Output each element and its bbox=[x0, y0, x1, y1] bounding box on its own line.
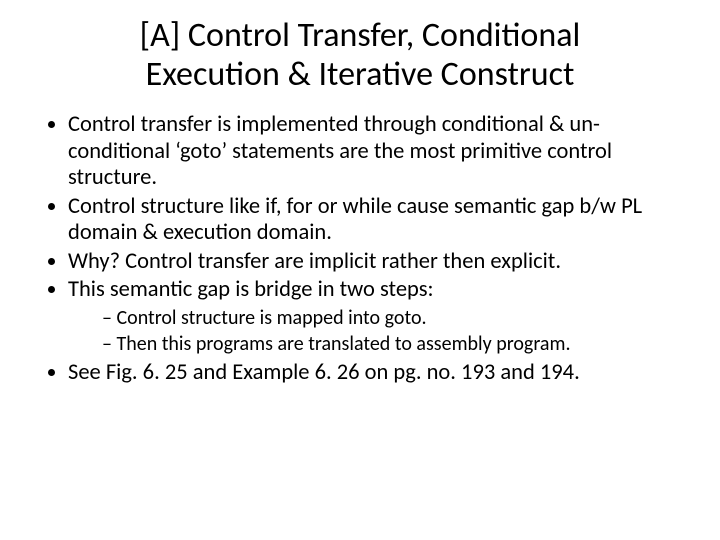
slide-title: [A] Control Transfer, Conditional Execut… bbox=[70, 16, 650, 94]
bullet-item: This semantic gap is bridge in two steps… bbox=[68, 277, 690, 356]
bullet-item: Control transfer is implemented through … bbox=[68, 112, 690, 192]
sub-bullet-item: Then this programs are translated to ass… bbox=[102, 332, 690, 356]
bullet-list: Control transfer is implemented through … bbox=[40, 112, 690, 386]
sub-bullet-list: Control structure is mapped into goto. T… bbox=[74, 306, 690, 356]
bullet-item: See Fig. 6. 25 and Example 6. 26 on pg. … bbox=[68, 360, 690, 387]
bullet-item: Control structure like if, for or while … bbox=[68, 194, 690, 247]
sub-bullet-item: Control structure is mapped into goto. bbox=[102, 306, 690, 330]
bullet-text: This semantic gap is bridge in two steps… bbox=[68, 276, 434, 303]
bullet-item: Why? Control transfer are implicit rathe… bbox=[68, 249, 690, 276]
slide: [A] Control Transfer, Conditional Execut… bbox=[0, 0, 720, 540]
